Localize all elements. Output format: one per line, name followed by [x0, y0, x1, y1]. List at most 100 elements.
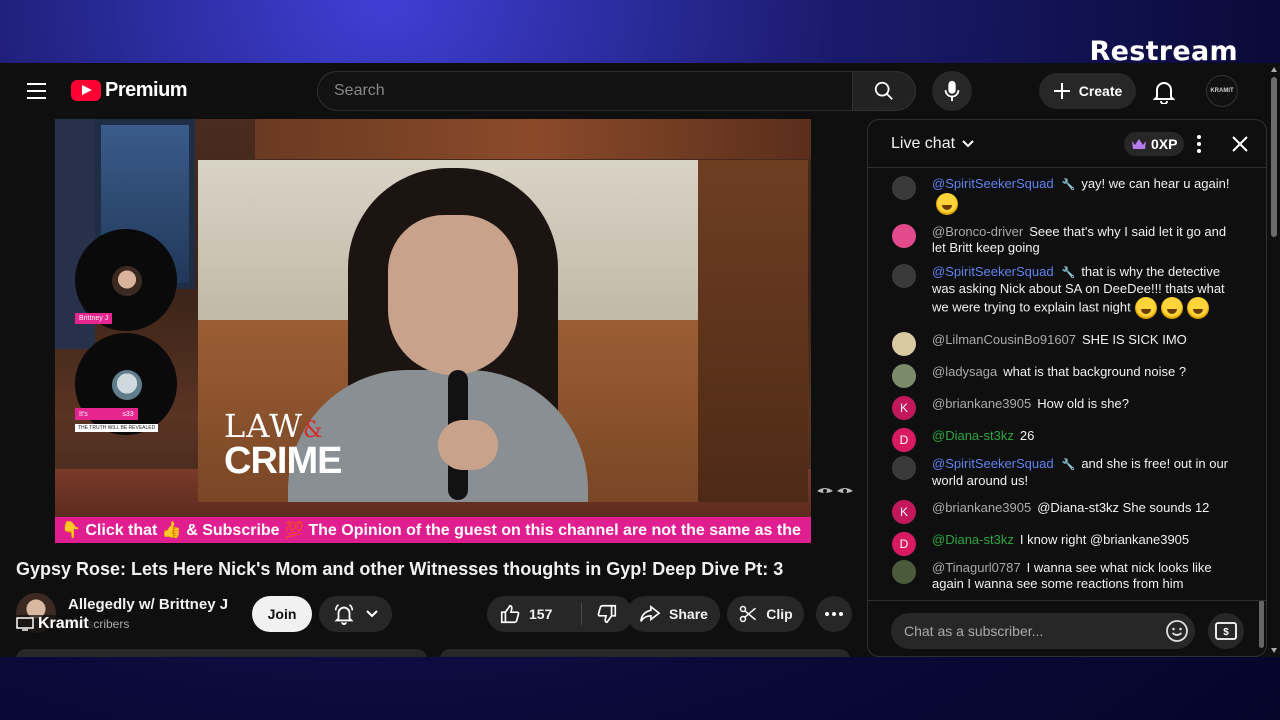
chat-avatar[interactable] [892, 264, 916, 288]
chat-text: 26 [1019, 428, 1035, 443]
chat-avatar[interactable]: D [892, 428, 916, 452]
chevron-down-icon [365, 610, 378, 618]
emoji-button[interactable] [1165, 619, 1189, 643]
page-scrollbar[interactable] [1268, 63, 1280, 657]
join-button[interactable]: Join [252, 596, 312, 632]
search-input[interactable] [318, 72, 853, 110]
bell-ring-icon [333, 604, 354, 625]
like-count: 157 [529, 606, 553, 622]
chat-avatar[interactable] [892, 364, 916, 388]
guest-name-tag-2: It's ⠀⠀⠀⠀ ⠀⠀s33 [75, 408, 138, 420]
svg-text:$: $ [1223, 627, 1229, 638]
person-hand [438, 420, 498, 470]
chat-text: How old is she? [1037, 396, 1129, 411]
monitor-icon [16, 617, 34, 631]
chat-options-button[interactable] [1191, 134, 1207, 154]
chat-author[interactable]: @Bronco-driver [932, 224, 1023, 239]
more-actions-button[interactable] [816, 596, 852, 632]
scroll-up-arrow[interactable] [1271, 67, 1277, 72]
chat-author[interactable]: @SpiritSeekerSquad [932, 456, 1054, 471]
chat-author[interactable]: @briankane3905 [932, 500, 1031, 515]
like-button[interactable]: 157 [487, 596, 581, 632]
bell-icon [1153, 82, 1175, 104]
guest-avatar-1 [112, 266, 142, 296]
chat-author[interactable]: @ladysaga [932, 364, 997, 379]
search-button[interactable] [852, 71, 916, 111]
chat-message-body: @Bronco-driver Seee that's why I said let… [932, 224, 1232, 256]
chat-text: what is that background noise ? [1003, 364, 1187, 379]
ticker-banner: 👇 Click that 👍 & Subscribe 💯 The Opinion… [55, 517, 811, 543]
laughing-emoji-icon [936, 193, 958, 215]
chat-title: Live chat [891, 135, 956, 152]
chat-input[interactable] [891, 613, 1195, 649]
scroll-down-arrow[interactable] [1271, 648, 1277, 653]
chat-author[interactable]: @Tinagurl0787 [932, 560, 1021, 575]
guest-avatar-2 [112, 370, 142, 400]
description-card [16, 649, 427, 657]
chat-message: @LilmanCousinBo91607 SHE IS SICK IMO [892, 332, 1232, 356]
chat-avatar[interactable]: K [892, 500, 916, 524]
chat-input-wrapper [891, 613, 1195, 649]
channel-name[interactable]: Allegedly w/ Brittney J [68, 596, 228, 613]
chat-message-body: @Tinagurl0787 I wanna see what nick looks… [932, 560, 1232, 592]
chat-message-body: @SpiritSeekerSquad 🔧 yay! we can hear u ag… [932, 176, 1229, 215]
top-bar: Premium Create KRAMIT [0, 63, 1280, 119]
chat-avatar[interactable]: K [892, 396, 916, 420]
create-button[interactable]: Create [1039, 73, 1136, 109]
chat-author[interactable]: @Diana-st3kz [932, 532, 1014, 547]
chat-author[interactable]: @SpiritSeekerSquad [932, 176, 1054, 191]
account-avatar[interactable]: KRAMIT [1206, 75, 1238, 107]
xp-badge[interactable]: 0XP [1124, 132, 1185, 156]
chat-mode-dropdown[interactable]: Live chat [891, 135, 975, 153]
chat-close-button[interactable] [1228, 132, 1252, 156]
youtube-window: Premium Create KRAMIT [0, 63, 1280, 657]
chat-avatar[interactable] [892, 224, 916, 248]
voice-search-button[interactable] [932, 71, 972, 111]
share-button[interactable]: Share [627, 596, 720, 632]
menu-icon[interactable] [18, 75, 54, 107]
logo-text: Premium [105, 79, 188, 101]
chat-text: SHE IS SICK IMO [1082, 332, 1187, 347]
chat-message-body: @ladysaga what is that background noise ? [932, 364, 1186, 388]
chat-message: @ladysaga what is that background noise ? [892, 364, 1232, 388]
video-player[interactable]: LAW& CRIME Brittney J It's ⠀⠀⠀⠀ ⠀⠀s33 TH… [55, 119, 811, 543]
scene-ceiling [255, 119, 811, 159]
channel-watermark[interactable] [813, 479, 857, 511]
chevron-down-icon [962, 140, 974, 148]
chat-message: K @briankane3905 @Diana-st3kz She sounds 1… [892, 500, 1232, 524]
chat-avatar[interactable] [892, 456, 916, 480]
notifications-button[interactable] [1145, 73, 1183, 111]
dislike-button[interactable] [582, 596, 632, 632]
microphone-icon [944, 80, 960, 102]
watermark-eyes-icon [817, 488, 853, 493]
plus-icon [1053, 83, 1070, 99]
scroll-thumb[interactable] [1271, 77, 1277, 237]
chat-avatar[interactable] [892, 176, 916, 200]
subscription-bell-button[interactable] [319, 596, 392, 632]
guest-name-tag-1: Brittney J [75, 313, 113, 324]
chat-avatar[interactable]: D [892, 532, 916, 556]
super-chat-button[interactable]: $ [1208, 613, 1244, 649]
chat-author[interactable]: @briankane3905 [932, 396, 1031, 411]
chat-message: @SpiritSeekerSquad 🔧 and she is free! out … [892, 456, 1232, 489]
search-icon [874, 81, 893, 100]
chat-author[interactable]: @Diana-st3kz [932, 428, 1014, 443]
chat-message: @Bronco-driver Seee that's why I said let… [892, 224, 1232, 256]
share-label: Share [669, 606, 708, 622]
chat-author[interactable]: @LilmanCousinBo91607 [932, 332, 1076, 347]
law-crime-logo: LAW& CRIME [224, 410, 342, 480]
chat-avatar[interactable] [892, 560, 916, 584]
chat-text: @Diana-st3kz She sounds 12 [1037, 500, 1210, 515]
thumbs-up-icon [500, 604, 520, 624]
chat-avatar[interactable] [892, 332, 916, 356]
chat-message: K @briankane3905 How old is she? [892, 396, 1232, 420]
clip-button[interactable]: Clip [727, 596, 804, 632]
chat-message: D @Diana-st3kz 26 [892, 428, 1232, 452]
chat-author[interactable]: @SpiritSeekerSquad [932, 264, 1054, 279]
youtube-logo[interactable]: Premium [71, 79, 188, 102]
close-icon [1232, 136, 1248, 152]
wrench-icon: 🔧 [1061, 459, 1076, 471]
chat-message-body: @SpiritSeekerSquad 🔧 and she is free! out … [932, 456, 1232, 489]
laughing-emoji-icon [1160, 297, 1183, 319]
smiley-icon [1166, 620, 1188, 642]
